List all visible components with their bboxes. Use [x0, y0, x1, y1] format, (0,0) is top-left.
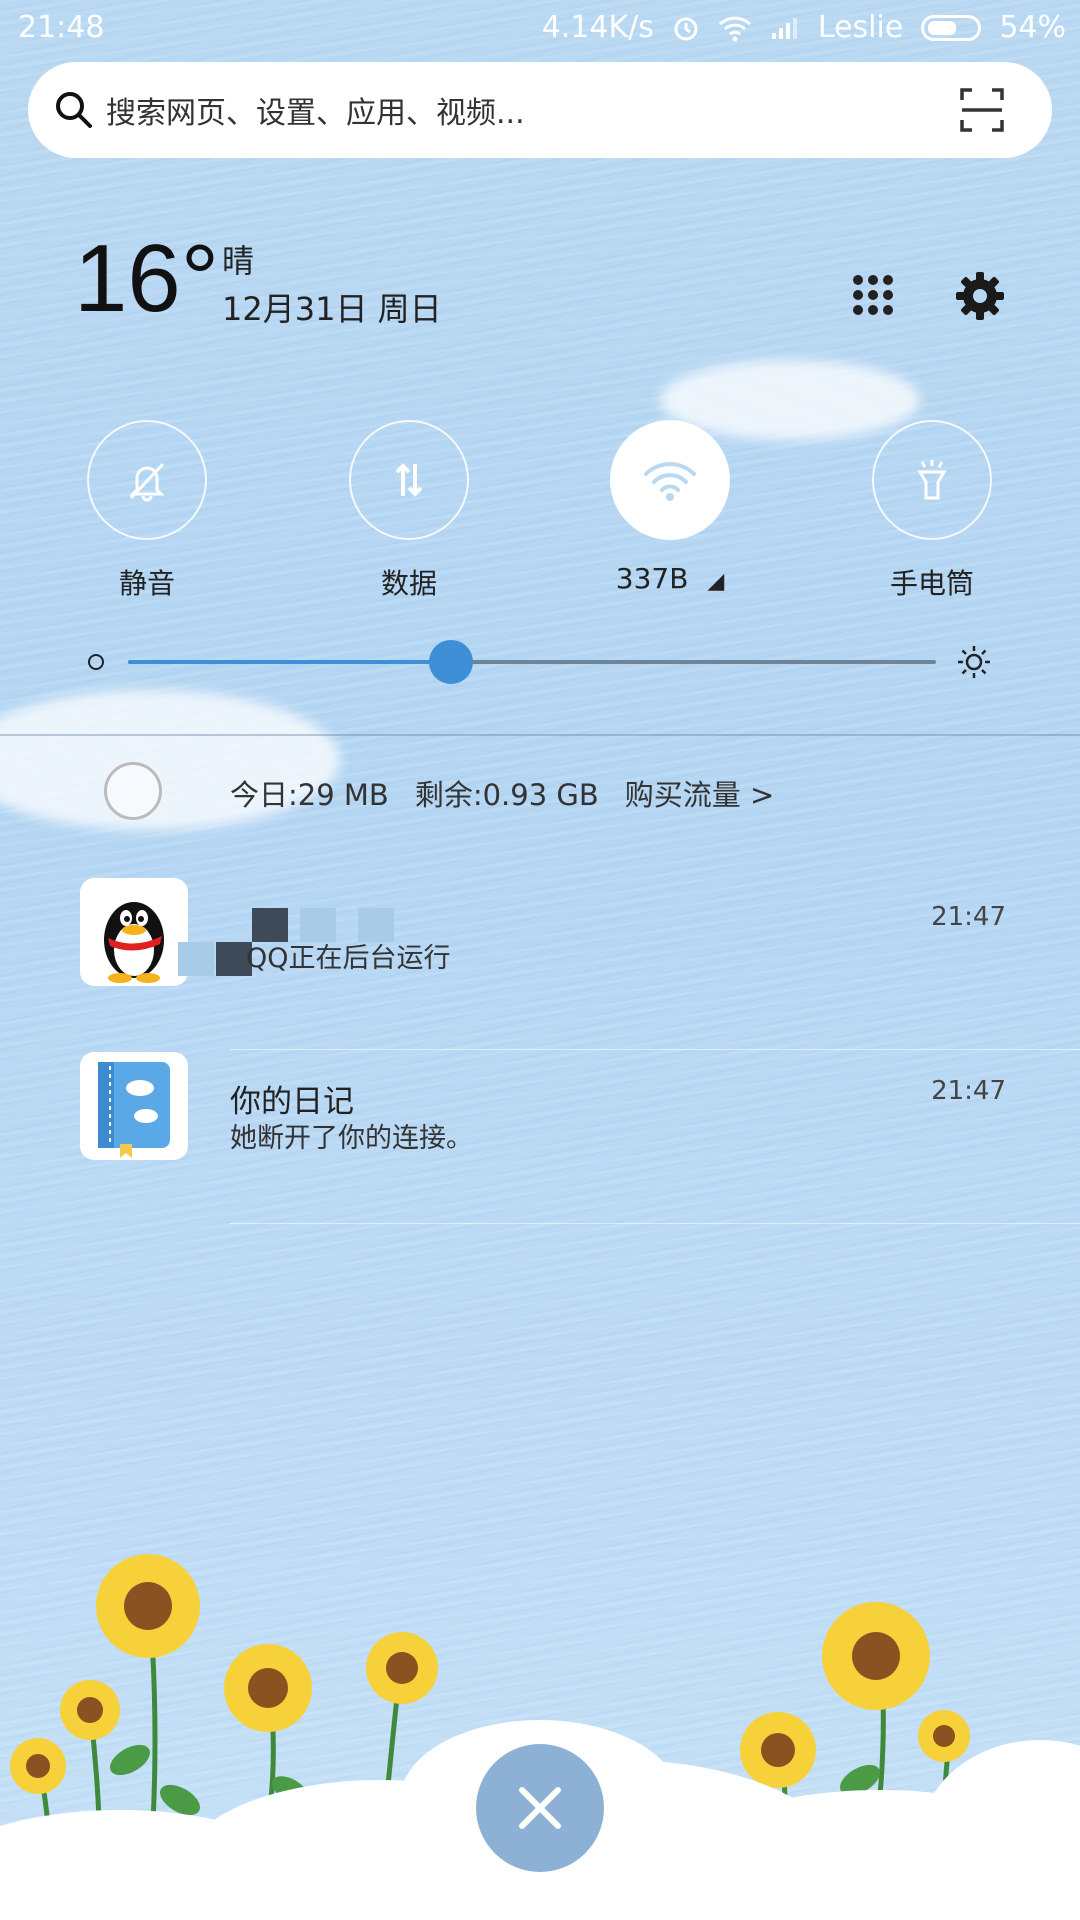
brightness-fill: [128, 660, 452, 664]
notification-body: QQ正在后台运行: [246, 943, 451, 974]
brightness-low-icon: [88, 654, 104, 670]
notification-body: 她断开了你的连接。: [230, 1123, 473, 1154]
net-speed: 4.14K/s: [541, 10, 654, 45]
scan-icon[interactable]: [958, 86, 1006, 134]
alarm-icon: [674, 17, 698, 40]
notification-diary[interactable]: 你的日记 她断开了你的连接。 21:47: [0, 1052, 1080, 1224]
gear-icon[interactable]: [954, 270, 1006, 322]
notification-separator: [230, 1049, 1080, 1050]
close-icon: [519, 1787, 561, 1829]
notification-separator: [230, 1223, 1080, 1224]
data-usage-ring: [104, 762, 162, 820]
wifi-signal-corner-icon: ◢: [707, 569, 725, 594]
battery-percent: 54%: [999, 10, 1066, 45]
bell-off-icon: [129, 462, 165, 502]
signal-icon: [771, 17, 797, 39]
status-time: 21:48: [18, 10, 105, 45]
diary-app-icon: [80, 1052, 188, 1160]
data-toggle[interactable]: [349, 420, 469, 540]
carrier-name: Leslie: [817, 10, 904, 45]
today-usage: 今日:29 MB: [230, 778, 389, 812]
qq-penguin-icon: [104, 902, 164, 983]
search-icon: [56, 92, 92, 128]
notification-qq[interactable]: QQ正在后台运行 21:47: [0, 878, 1080, 1050]
data-label: 数据: [380, 567, 437, 600]
wifi-status-icon: [718, 16, 751, 41]
brightness-high-icon: [958, 646, 990, 678]
buy-data-link[interactable]: 购买流量 >: [625, 772, 775, 814]
wifi-toggle[interactable]: [610, 420, 730, 540]
temperature[interactable]: 16°: [74, 224, 219, 334]
data-usage-row[interactable]: 今日:29 MB 剩余:0.93 GB 购买流量 >: [230, 772, 774, 814]
remaining-data: 剩余:0.93 GB: [414, 778, 599, 812]
weather-condition: 晴: [222, 242, 255, 280]
diary-book-icon: [98, 1062, 170, 1158]
flashlight-toggle[interactable]: [872, 420, 992, 540]
wifi-icon: [644, 462, 696, 501]
wifi-network-name: 337B: [615, 562, 689, 595]
clear-notifications-button[interactable]: [476, 1744, 604, 1872]
date-text: 12月31日 周日: [222, 290, 442, 328]
flashlight-icon: [917, 460, 947, 500]
silent-label: 静音: [118, 567, 175, 600]
notification-title: 你的日记: [230, 1084, 354, 1120]
notification-time: 21:47: [931, 1076, 1006, 1106]
brightness-slider[interactable]: [128, 640, 936, 684]
silent-toggle[interactable]: [87, 420, 207, 540]
qq-app-icon: [80, 878, 188, 986]
search-placeholder: 搜索网页、设置、应用、视频...: [106, 96, 525, 131]
battery-icon: [921, 14, 982, 41]
divider: [0, 734, 1080, 736]
wifi-label: 337B ◢: [570, 562, 770, 595]
status-bar: 21:48 4.14K/s Leslie 54%: [0, 0, 1080, 56]
redacted-block: [178, 942, 214, 976]
notification-time: 21:47: [931, 902, 1006, 932]
status-right: 4.14K/s Leslie 54%: [542, 10, 1066, 45]
flashlight-label: 手电筒: [889, 567, 974, 600]
brightness-thumb[interactable]: [429, 640, 474, 684]
search-bar[interactable]: 搜索网页、设置、应用、视频...: [28, 62, 1052, 158]
apps-grid-icon[interactable]: [852, 274, 894, 316]
data-arrows-icon: [395, 463, 423, 497]
